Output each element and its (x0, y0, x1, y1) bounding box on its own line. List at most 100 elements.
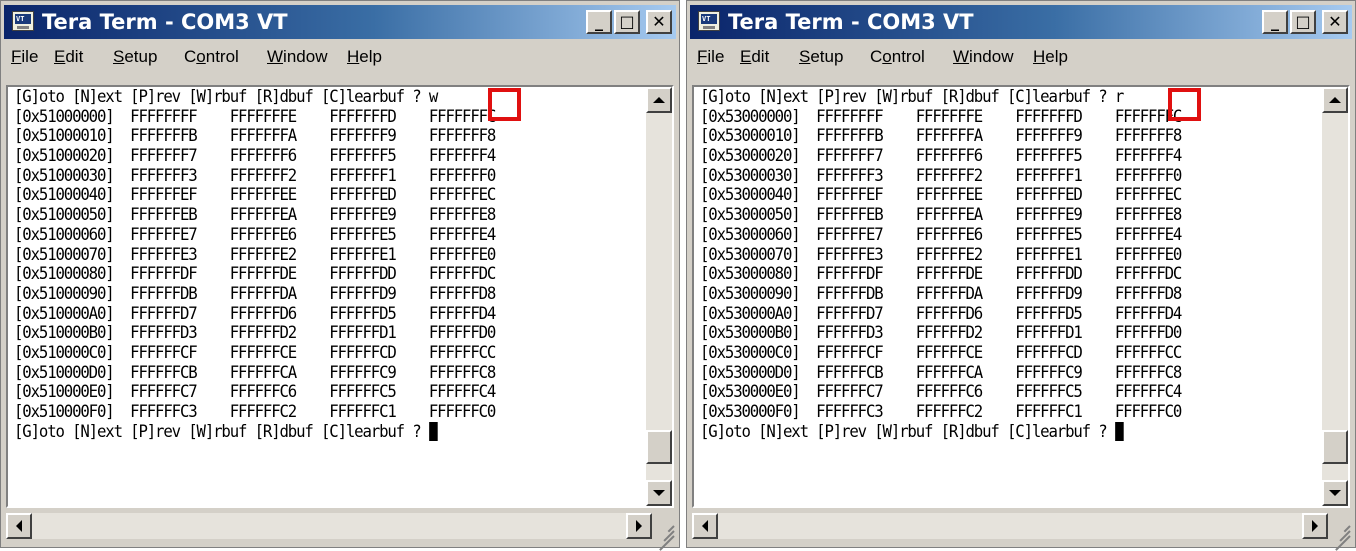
terminal-text: [G]oto [N]ext [P]rev [W]rbuf [R]dbuf [C]… (700, 87, 1289, 506)
terminal-prompt-line: [G]oto [N]ext [P]rev [W]rbuf [R]dbuf [C]… (14, 421, 613, 442)
terminal-line: [0x53000070] FFFFFFE3 FFFFFFE2 FFFFFFE1 … (700, 244, 1182, 264)
window-title: Tera Term - COM3 VT (42, 10, 288, 34)
scroll-right-icon (1312, 520, 1318, 532)
terminal-line: [0x530000E0] FFFFFFC7 FFFFFFC6 FFFFFFC5 … (700, 382, 1182, 402)
menu-window[interactable]: Window (953, 41, 1013, 73)
terminal-line: [0x51000030] FFFFFFF3 FFFFFFF2 FFFFFFF1 … (14, 165, 496, 185)
scroll-down-button[interactable] (1322, 480, 1348, 506)
close-icon: ✕ (652, 12, 666, 31)
terminal-line: [0x51000050] FFFFFFEB FFFFFFEA FFFFFFE9 … (14, 205, 496, 225)
terminal-line: [G]oto [N]ext [P]rev [W]rbuf [R]dbuf [C]… (14, 87, 438, 106)
tera-term-window-right[interactable]: VT Tera Term - COM3 VT _ □ ✕ File Edit S… (686, 0, 1356, 551)
close-button[interactable]: ✕ (646, 10, 672, 34)
minimize-button[interactable]: _ (1262, 10, 1288, 34)
terminal-line: [0x53000030] FFFFFFF3 FFFFFFF2 FFFFFFF1 … (700, 165, 1182, 185)
terminal-line: [0x510000B0] FFFFFFD3 FFFFFFD2 FFFFFFD1 … (14, 323, 496, 343)
terminal-line: [0x53000010] FFFFFFFB FFFFFFFA FFFFFFF9 … (700, 126, 1182, 146)
scroll-left-icon (702, 520, 708, 532)
command-highlight-box-right (1168, 88, 1201, 121)
terminal-line: [0x51000090] FFFFFFDB FFFFFFDA FFFFFFD9 … (14, 283, 496, 303)
scroll-thumb[interactable] (646, 430, 672, 464)
menu-edit[interactable]: Edit (740, 41, 769, 73)
horizontal-scrollbar[interactable] (692, 513, 1328, 539)
terminal-prompt: [G]oto [N]ext [P]rev [W]rbuf [R]dbuf [C]… (700, 421, 1115, 441)
title-bar[interactable]: VT Tera Term - COM3 VT _ □ ✕ (4, 5, 676, 39)
terminal-line: [0x53000050] FFFFFFEB FFFFFFEA FFFFFFE9 … (700, 205, 1182, 225)
scroll-up-button[interactable] (646, 87, 672, 113)
terminal-line: [0x510000C0] FFFFFFCF FFFFFFCE FFFFFFCD … (14, 342, 496, 362)
scroll-right-icon (636, 520, 642, 532)
scroll-up-icon (653, 97, 665, 103)
scroll-thumb[interactable] (1322, 430, 1348, 464)
terminal-line: [0x530000B0] FFFFFFD3 FFFFFFD2 FFFFFFD1 … (700, 323, 1182, 343)
scroll-left-icon (16, 520, 22, 532)
terminal-line: [0x53000040] FFFFFFEF FFFFFFEE FFFFFFED … (700, 185, 1182, 205)
menu-help[interactable]: Help (347, 41, 382, 73)
vertical-scrollbar[interactable] (1322, 87, 1348, 506)
scroll-up-icon (1329, 97, 1341, 103)
menu-control[interactable]: Control (870, 41, 925, 73)
maximize-button[interactable]: □ (614, 10, 640, 34)
terminal-line: [0x530000F0] FFFFFFC3 FFFFFFC2 FFFFFFC1 … (700, 402, 1182, 421)
maximize-icon: □ (619, 12, 635, 31)
scroll-down-icon (653, 490, 665, 496)
horizontal-scrollbar[interactable] (6, 513, 652, 539)
terminal-line: [0x53000060] FFFFFFE7 FFFFFFE6 FFFFFFE5 … (700, 224, 1182, 244)
scroll-left-button[interactable] (6, 513, 32, 539)
scroll-up-button[interactable] (1322, 87, 1348, 113)
terminal-area[interactable]: [G]oto [N]ext [P]rev [W]rbuf [R]dbuf [C]… (6, 85, 674, 508)
minimize-icon: _ (595, 12, 603, 31)
menu-file[interactable]: File (11, 41, 38, 73)
terminal-line: [0x530000C0] FFFFFFCF FFFFFFCE FFFFFFCD … (700, 342, 1182, 362)
terminal-line: [0x53000090] FFFFFFDB FFFFFFDA FFFFFFD9 … (700, 283, 1182, 303)
minimize-icon: _ (1271, 12, 1279, 31)
scroll-left-button[interactable] (692, 513, 718, 539)
window-title: Tera Term - COM3 VT (728, 10, 974, 34)
scroll-down-icon (1329, 490, 1341, 496)
terminal-line: [0x51000060] FFFFFFE7 FFFFFFE6 FFFFFFE5 … (14, 224, 496, 244)
scroll-down-button[interactable] (646, 480, 672, 506)
close-icon: ✕ (1328, 12, 1342, 31)
terminal-line: [0x530000D0] FFFFFFCB FFFFFFCA FFFFFFC9 … (700, 362, 1182, 382)
minimize-button[interactable]: _ (586, 10, 612, 34)
menu-help[interactable]: Help (1033, 41, 1068, 73)
terminal-line: [0x53000020] FFFFFFF7 FFFFFFF6 FFFFFFF5 … (700, 146, 1182, 166)
menu-edit[interactable]: Edit (54, 41, 83, 73)
vertical-scrollbar[interactable] (646, 87, 672, 506)
menu-window[interactable]: Window (267, 41, 327, 73)
terminal-line: [0x510000A0] FFFFFFD7 FFFFFFD6 FFFFFFD5 … (14, 303, 496, 323)
terminal-line: [0x510000F0] FFFFFFC3 FFFFFFC2 FFFFFFC1 … (14, 402, 496, 421)
maximize-icon: □ (1295, 12, 1311, 31)
terminal-app-icon[interactable]: VT (698, 11, 720, 31)
title-bar[interactable]: VT Tera Term - COM3 VT _ □ ✕ (690, 5, 1352, 39)
menu-setup[interactable]: Setup (799, 41, 843, 73)
menu-control[interactable]: Control (184, 41, 239, 73)
terminal-cursor (1114, 421, 1124, 441)
command-highlight-box-left (488, 88, 521, 121)
terminal-prompt: [G]oto [N]ext [P]rev [W]rbuf [R]dbuf [C]… (14, 421, 429, 441)
terminal-line: [0x510000D0] FFFFFFCB FFFFFFCA FFFFFFC9 … (14, 362, 496, 382)
terminal-text: [G]oto [N]ext [P]rev [W]rbuf [R]dbuf [C]… (14, 87, 613, 506)
terminal-app-icon[interactable]: VT (12, 11, 34, 31)
terminal-prompt-line: [G]oto [N]ext [P]rev [W]rbuf [R]dbuf [C]… (700, 421, 1289, 442)
terminal-line: [0x51000000] FFFFFFFF FFFFFFFE FFFFFFFD … (14, 106, 496, 126)
terminal-line: [0x51000040] FFFFFFEF FFFFFFEE FFFFFFED … (14, 185, 496, 205)
menu-file[interactable]: File (697, 41, 724, 73)
menu-setup[interactable]: Setup (113, 41, 157, 73)
terminal-line: [0x530000A0] FFFFFFD7 FFFFFFD6 FFFFFFD5 … (700, 303, 1182, 323)
terminal-line: [0x510000E0] FFFFFFC7 FFFFFFC6 FFFFFFC5 … (14, 382, 496, 402)
menu-bar: File Edit Setup Control Window Help (4, 41, 676, 73)
close-button[interactable]: ✕ (1322, 10, 1348, 34)
menu-bar: File Edit Setup Control Window Help (690, 41, 1352, 73)
tera-term-window-left[interactable]: VT Tera Term - COM3 VT _ □ ✕ File Edit S… (0, 0, 680, 551)
terminal-cursor (428, 421, 438, 441)
resize-grip-icon[interactable] (653, 517, 675, 551)
terminal-line: [0x51000070] FFFFFFE3 FFFFFFE2 FFFFFFE1 … (14, 244, 496, 264)
maximize-button[interactable]: □ (1290, 10, 1316, 34)
terminal-area[interactable]: [G]oto [N]ext [P]rev [W]rbuf [R]dbuf [C]… (692, 85, 1350, 508)
scroll-right-button[interactable] (626, 513, 652, 539)
terminal-line: [0x51000080] FFFFFFDF FFFFFFDE FFFFFFDD … (14, 264, 496, 284)
resize-grip-icon[interactable] (1329, 517, 1351, 551)
scroll-right-button[interactable] (1302, 513, 1328, 539)
terminal-line: [0x53000080] FFFFFFDF FFFFFFDE FFFFFFDD … (700, 264, 1182, 284)
